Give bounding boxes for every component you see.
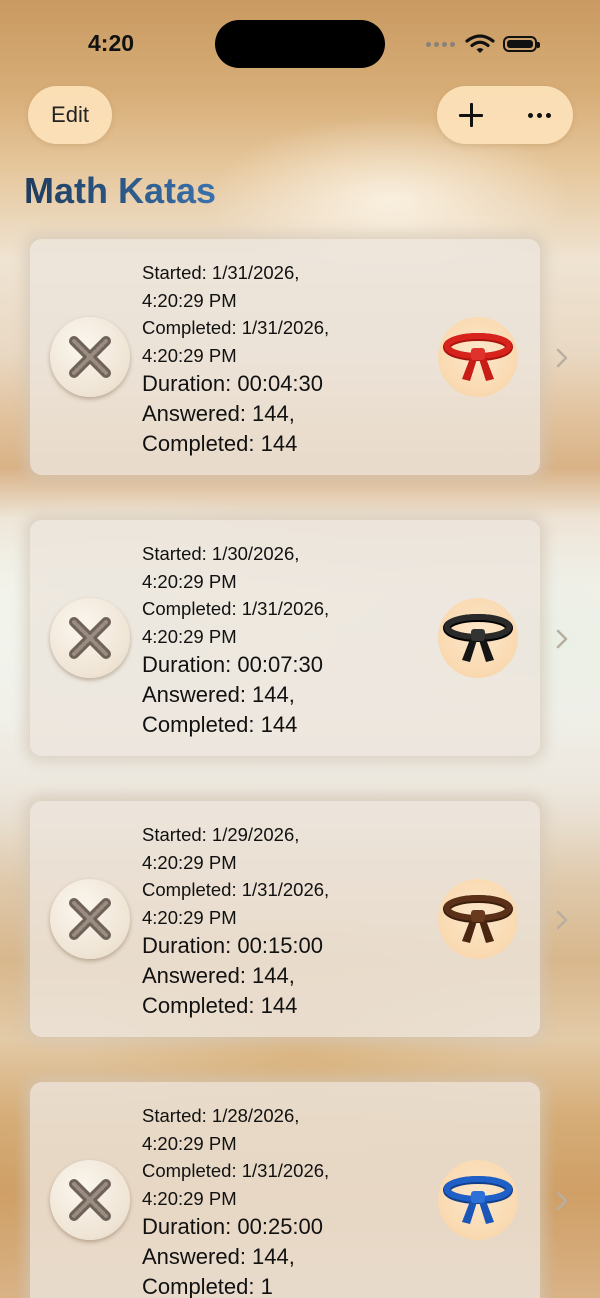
duration: Duration: 00:25:00 (142, 1214, 324, 1239)
duration: Duration: 00:15:00 (142, 933, 324, 958)
ellipsis-icon (527, 112, 551, 118)
add-button[interactable] (445, 89, 497, 141)
kata-row[interactable]: Started: 1/31/2026, 4:20:29 PM Completed… (30, 239, 568, 475)
started-label: Started: 1/31/2026, (142, 262, 300, 283)
more-button[interactable] (513, 89, 565, 141)
close-icon (69, 336, 111, 378)
started-label: Started: 1/29/2026, (142, 824, 300, 845)
status-icons (426, 34, 540, 54)
chevron-right-icon[interactable] (555, 1190, 569, 1212)
completed-count: Completed: 144 (142, 993, 298, 1018)
completed-label: Completed: 1/31/2026, (142, 879, 330, 900)
answered-count: Answered: 144, (142, 963, 295, 988)
kata-details: Started: 1/30/2026, 4:20:29 PM Completed… (142, 540, 432, 740)
completed-time: 4:20:29 PM (142, 1187, 237, 1209)
screen: 4:20 Edit Math Katas Started: 1/31/2026, (0, 0, 600, 1298)
kata-row[interactable]: Started: 1/28/2026, 4:20:29 PM Completed… (30, 1082, 568, 1298)
completed-count: Completed: 144 (142, 431, 298, 456)
kata-row[interactable]: Started: 1/30/2026, 4:20:29 PM Completed… (30, 520, 568, 756)
kata-details: Started: 1/28/2026, 4:20:29 PM Completed… (142, 1102, 432, 1298)
wifi-icon (465, 34, 495, 53)
completed-time: 4:20:29 PM (142, 344, 237, 366)
red-belt-icon (438, 317, 518, 397)
completed-count: Completed: 144 (142, 712, 298, 737)
started-label: Started: 1/28/2026, (142, 1105, 300, 1126)
completed-time: 4:20:29 PM (142, 906, 237, 928)
started-label: Started: 1/30/2026, (142, 543, 300, 564)
kata-details: Started: 1/29/2026, 4:20:29 PM Completed… (142, 821, 432, 1021)
blue-belt-icon (438, 1160, 518, 1240)
answered-count: Answered: 144, (142, 1244, 295, 1269)
answered-count: Answered: 144, (142, 682, 295, 707)
completed-label: Completed: 1/31/2026, (142, 317, 330, 338)
nav-actions (437, 86, 573, 144)
page-title: Math Katas (24, 170, 217, 211)
started-time: 4:20:29 PM (142, 289, 237, 311)
delete-button[interactable] (50, 1160, 130, 1240)
delete-button[interactable] (50, 879, 130, 959)
chevron-right-icon[interactable] (555, 347, 569, 369)
cellular-signal-icon (426, 41, 455, 47)
completed-label: Completed: 1/31/2026, (142, 598, 330, 619)
answered-count: Answered: 144, (142, 401, 295, 426)
status-time: 4:20 (88, 30, 135, 56)
kata-row[interactable]: Started: 1/29/2026, 4:20:29 PM Completed… (30, 801, 568, 1037)
brown-belt-icon (438, 879, 518, 959)
completed-label: Completed: 1/31/2026, (142, 1160, 330, 1181)
battery-icon (503, 36, 540, 52)
close-icon (69, 617, 111, 659)
duration: Duration: 00:04:30 (142, 371, 324, 396)
close-icon (69, 898, 111, 940)
chevron-right-icon[interactable] (555, 909, 569, 931)
started-time: 4:20:29 PM (142, 851, 237, 873)
completed-time: 4:20:29 PM (142, 625, 237, 647)
duration: Duration: 00:07:30 (142, 652, 324, 677)
chevron-right-icon[interactable] (555, 628, 569, 650)
completed-count: Completed: 1 (142, 1274, 273, 1298)
edit-button[interactable]: Edit (28, 86, 112, 144)
close-icon (69, 1179, 111, 1221)
delete-button[interactable] (50, 317, 130, 397)
dynamic-island (215, 20, 385, 68)
plus-icon (459, 103, 483, 127)
started-time: 4:20:29 PM (142, 1132, 237, 1154)
delete-button[interactable] (50, 598, 130, 678)
kata-details: Started: 1/31/2026, 4:20:29 PM Completed… (142, 259, 432, 459)
black-belt-icon (438, 598, 518, 678)
started-time: 4:20:29 PM (142, 570, 237, 592)
